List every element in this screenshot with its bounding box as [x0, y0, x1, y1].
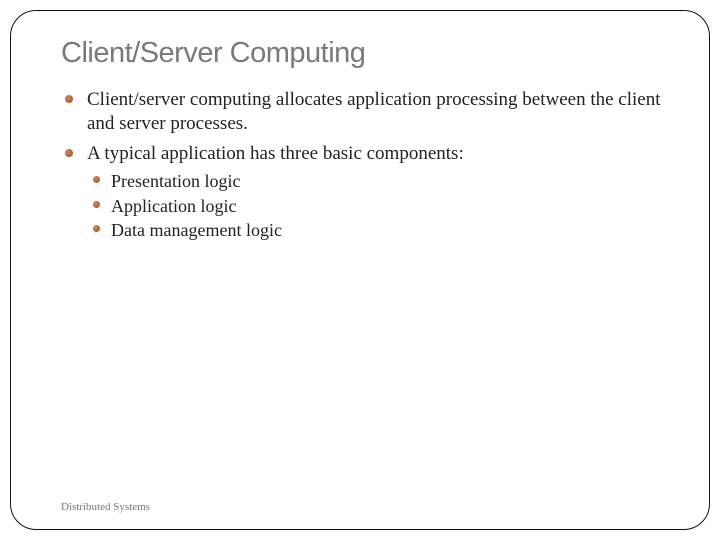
slide-title: Client/Server Computing — [61, 37, 669, 70]
bullet-text: Client/server computing allocates applic… — [87, 89, 661, 134]
list-item: Data management logic — [105, 218, 669, 242]
bullet-text: Presentation logic — [111, 171, 240, 191]
sub-list: Presentation logic Application logic Dat… — [87, 169, 669, 242]
bullet-text: Data management logic — [111, 220, 282, 240]
slide-frame: Client/Server Computing Client/server co… — [10, 10, 710, 530]
list-item: A typical application has three basic co… — [79, 142, 669, 243]
list-item: Presentation logic — [105, 169, 669, 193]
bullet-text: Application logic — [111, 196, 236, 216]
bullet-text: A typical application has three basic co… — [87, 143, 464, 164]
list-item: Application logic — [105, 194, 669, 218]
bullet-list: Client/server computing allocates applic… — [61, 88, 669, 242]
slide-footer: Distributed Systems — [61, 501, 150, 513]
list-item: Client/server computing allocates applic… — [79, 88, 669, 136]
